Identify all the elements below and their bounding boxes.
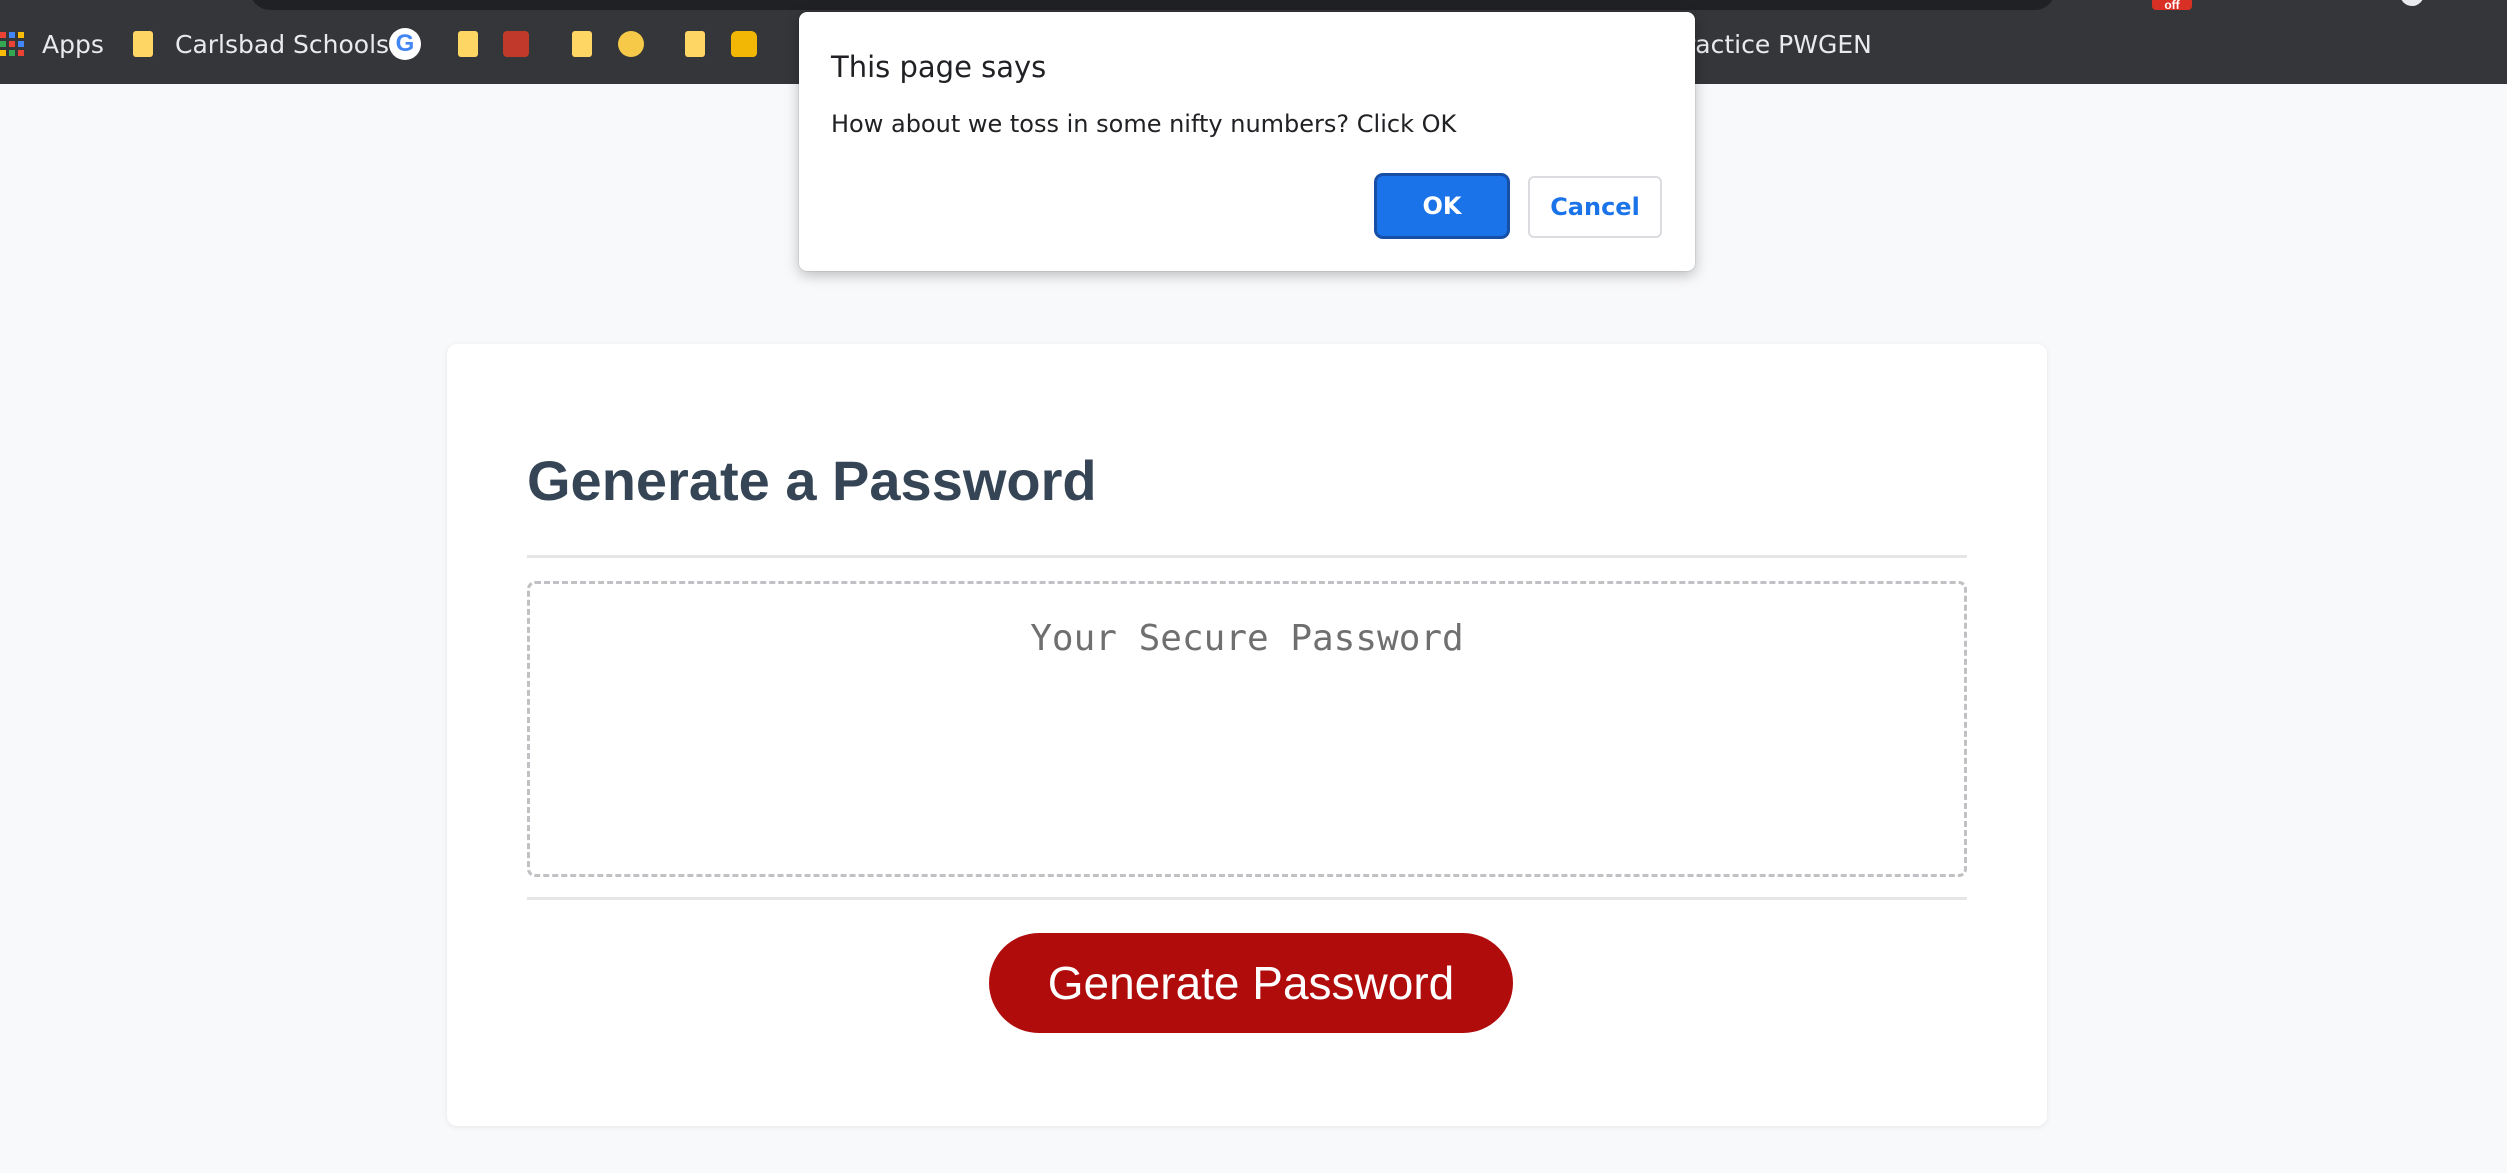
folder-icon	[133, 31, 153, 57]
bookmark-folder-1[interactable]	[458, 24, 500, 64]
folder-icon	[458, 31, 478, 57]
divider	[527, 555, 1967, 558]
bookmark-lock[interactable]	[731, 24, 757, 64]
bookmark-nerd-face[interactable]	[618, 24, 644, 64]
confirm-dialog: This page says How about we toss in some…	[799, 12, 1695, 271]
password-output[interactable]	[530, 584, 1964, 874]
nerd-face-emoji-icon	[618, 31, 644, 57]
extension-badge[interactable]: off	[2152, 0, 2192, 11]
ok-button[interactable]: OK	[1377, 176, 1507, 236]
page-title: Generate a Password	[527, 449, 1097, 512]
lock-emoji-icon	[731, 31, 757, 57]
bookmark-practice-pwgen[interactable]: ractice PWGEN	[1685, 24, 1872, 64]
bookmark-google[interactable]: G	[389, 24, 421, 64]
dialog-message: How about we toss in some nifty numbers?…	[831, 110, 1457, 138]
apps-grid-icon	[0, 32, 24, 56]
folder-icon	[572, 31, 592, 57]
folder-icon	[685, 31, 705, 57]
address-bar[interactable]	[250, 0, 2055, 10]
bookmark-label: Apps	[42, 29, 104, 59]
bookmark-school[interactable]	[503, 24, 529, 64]
password-output-box	[527, 581, 1967, 877]
bookmark-label: ractice PWGEN	[1685, 29, 1872, 59]
school-emoji-icon	[503, 31, 529, 57]
bookmark-label: Carlsbad Schools	[175, 29, 390, 59]
bookmark-folder-3[interactable]	[685, 24, 727, 64]
bookmark-folder-2[interactable]	[572, 24, 614, 64]
bookmark-apps[interactable]: Apps	[0, 24, 104, 64]
profile-avatar[interactable]	[2400, 0, 2424, 6]
google-icon: G	[389, 28, 421, 60]
password-card: Generate a Password Generate Password	[447, 344, 2047, 1126]
dialog-title: This page says	[831, 50, 1047, 84]
divider	[527, 897, 1967, 900]
bookmark-carlsbad-schools[interactable]: Carlsbad Schools	[133, 24, 389, 64]
cancel-button[interactable]: Cancel	[1528, 176, 1662, 238]
generate-password-button[interactable]: Generate Password	[989, 933, 1513, 1033]
